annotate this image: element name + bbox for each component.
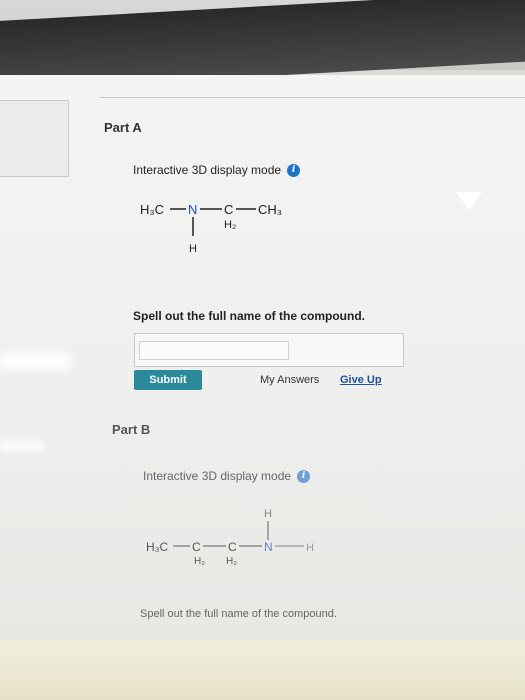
h2-label: H₂ — [226, 556, 237, 567]
desk — [0, 640, 525, 700]
answer-input[interactable] — [139, 341, 289, 360]
part-b-label: Part B — [112, 422, 151, 437]
ch3-label: CH₃ — [258, 202, 282, 217]
screen-glare — [0, 440, 45, 452]
nitrogen-atom: N — [264, 540, 273, 554]
part-a-display-mode: Interactive 3D display mode i — [133, 163, 301, 177]
carbon-atom: C — [228, 540, 237, 554]
hydrogen-atom: H — [189, 243, 197, 255]
h2-label: H₂ — [194, 556, 205, 567]
my-answers-link[interactable]: My Answers — [260, 374, 319, 386]
part-a-molecule[interactable]: H₃C N H C H₂ CH₃ — [140, 196, 320, 271]
h3c-label: H₃C — [140, 202, 164, 217]
part-b-molecule[interactable]: H H₃C C H₂ C H₂ N H — [146, 500, 336, 580]
display-mode-label: Interactive 3D display mode — [133, 163, 282, 177]
screen-glare — [0, 352, 70, 370]
h2-label: H₂ — [224, 219, 236, 231]
nitrogen-atom: N — [188, 202, 197, 217]
side-panel — [0, 100, 69, 177]
part-a-question: Spell out the full name of the compound. — [133, 309, 365, 323]
h3c-label: H₃C — [146, 540, 169, 554]
info-icon[interactable]: i — [297, 469, 311, 483]
carbon-atom: C — [224, 202, 233, 217]
part-b-display-mode: Interactive 3D display mode i — [143, 469, 311, 483]
screen-glare — [456, 192, 482, 210]
part-a-label: Part A — [104, 120, 142, 135]
submit-button[interactable]: Submit — [134, 370, 202, 390]
answer-box — [134, 333, 404, 367]
hydrogen-atom: H — [264, 508, 272, 520]
part-b-question: Spell out the full name of the compound. — [140, 608, 337, 620]
give-up-link[interactable]: Give Up — [340, 374, 382, 386]
carbon-atom: C — [192, 540, 201, 554]
divider — [100, 97, 525, 98]
info-icon[interactable]: i — [287, 163, 301, 177]
hydrogen-atom: H — [306, 542, 314, 554]
display-mode-label: Interactive 3D display mode — [143, 469, 292, 483]
